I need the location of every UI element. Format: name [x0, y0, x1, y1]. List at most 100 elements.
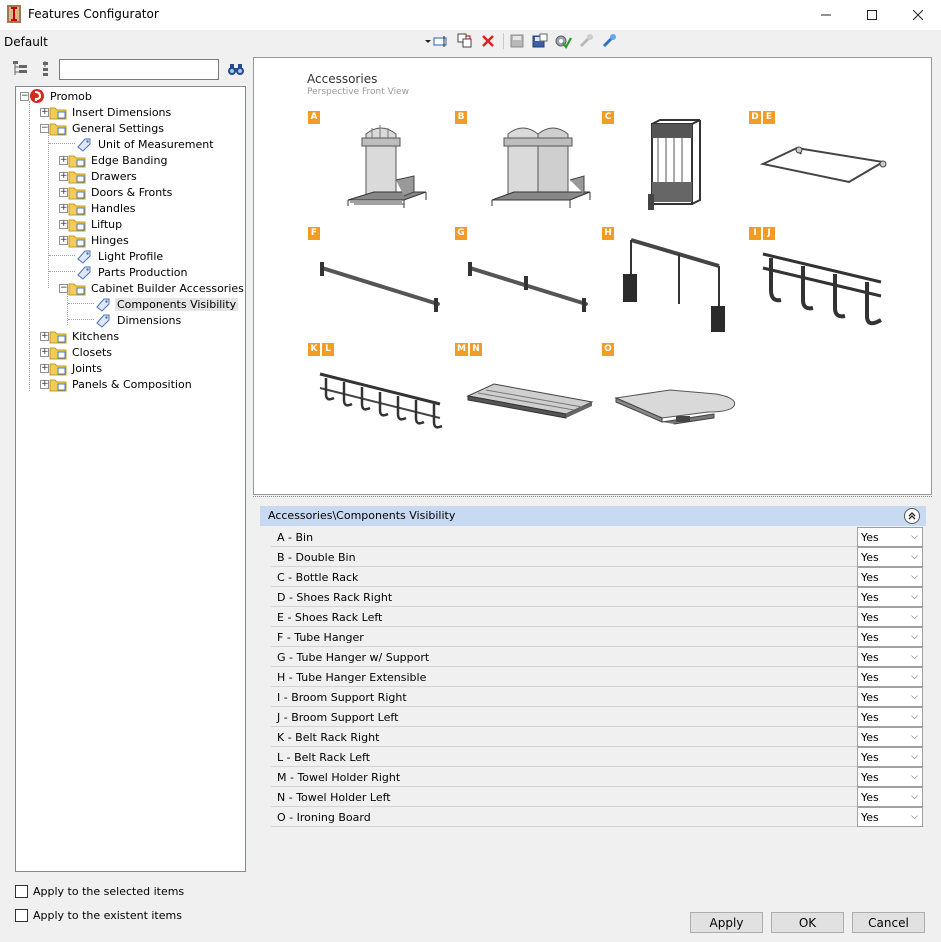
expand-expander-icon[interactable]: + — [59, 203, 68, 213]
apply-selected-label: Apply to the selected items — [33, 885, 185, 898]
visibility-select[interactable]: Yes ⌵ — [857, 767, 923, 787]
visibility-select[interactable]: Yes ⌵ — [857, 627, 923, 647]
expand-expander-icon[interactable]: + — [40, 363, 49, 373]
shoes-rack-illustration — [759, 146, 887, 184]
tree-line — [49, 143, 75, 144]
property-row-h[interactable]: H - Tube Hanger Extensible Yes ⌵ — [271, 667, 924, 687]
property-row-k[interactable]: K - Belt Rack Right Yes ⌵ — [271, 727, 924, 747]
expand-expander-icon[interactable]: + — [59, 155, 68, 165]
visibility-select[interactable]: Yes ⌵ — [857, 727, 923, 747]
apply-settings-icon[interactable] — [553, 32, 573, 50]
folder-icon — [49, 347, 67, 360]
visibility-select[interactable]: Yes ⌵ — [857, 707, 923, 727]
tree-node-handles[interactable]: + Handles — [59, 200, 138, 216]
expand-expander-icon[interactable]: + — [59, 235, 68, 245]
rename-profile-icon[interactable] — [431, 32, 451, 50]
tree-node-liftup[interactable]: + Liftup — [59, 216, 124, 232]
broom-support-illustration — [762, 252, 882, 326]
property-row-g[interactable]: G - Tube Hanger w/ Support Yes ⌵ — [271, 647, 924, 667]
visibility-select[interactable]: Yes ⌵ — [857, 527, 923, 547]
visibility-select[interactable]: Yes ⌵ — [857, 607, 923, 627]
visibility-select[interactable]: Yes ⌵ — [857, 747, 923, 767]
collapse-all-icon[interactable] — [38, 60, 52, 78]
tree-node-closets[interactable]: + Closets — [40, 344, 114, 360]
visibility-select[interactable]: Yes ⌵ — [857, 687, 923, 707]
collapse-expander-icon[interactable]: − — [20, 91, 29, 101]
tree-node-components-visibility[interactable]: Components Visibility — [94, 296, 239, 312]
copy-profile-icon[interactable] — [455, 32, 475, 50]
visibility-select[interactable]: Yes ⌵ — [857, 787, 923, 807]
tree-node-doors-fronts[interactable]: + Doors & Fronts — [59, 184, 174, 200]
visibility-select[interactable]: Yes ⌵ — [857, 667, 923, 687]
save-icon[interactable] — [507, 32, 527, 50]
visibility-select[interactable]: Yes ⌵ — [857, 547, 923, 567]
tree-node-drawers[interactable]: + Drawers — [59, 168, 139, 184]
expand-expander-icon[interactable]: + — [59, 187, 68, 197]
ok-button[interactable]: OK — [771, 912, 844, 933]
apply-existent-checkbox[interactable]: Apply to the existent items — [15, 909, 182, 922]
folder-icon — [68, 171, 86, 184]
property-row-n[interactable]: N - Towel Holder Left Yes ⌵ — [271, 787, 924, 807]
expand-expander-icon[interactable]: + — [59, 219, 68, 229]
visibility-select[interactable]: Yes ⌵ — [857, 587, 923, 607]
expand-expander-icon[interactable]: + — [59, 171, 68, 181]
property-row-i[interactable]: I - Broom Support Right Yes ⌵ — [271, 687, 924, 707]
tree-view[interactable]: − Promob + Insert Dimensions − General S… — [15, 86, 246, 872]
delete-profile-icon[interactable] — [478, 32, 498, 50]
property-row-b[interactable]: B - Double Bin Yes ⌵ — [271, 547, 924, 567]
tree-node-promob[interactable]: − Promob — [20, 88, 94, 104]
find-icon[interactable] — [226, 60, 246, 78]
property-row-f[interactable]: F - Tube Hanger Yes ⌵ — [271, 627, 924, 647]
search-input[interactable] — [59, 59, 219, 80]
visibility-select[interactable]: Yes ⌵ — [857, 567, 923, 587]
chevron-down-icon: ⌵ — [911, 672, 918, 682]
tag-o: O — [602, 343, 614, 356]
tree-node-hinges[interactable]: + Hinges — [59, 232, 131, 248]
property-row-m[interactable]: M - Towel Holder Right Yes ⌵ — [271, 767, 924, 787]
chevron-down-icon: ⌵ — [911, 812, 918, 822]
magic-tool-icon[interactable] — [599, 32, 619, 50]
apply-button[interactable]: Apply — [690, 912, 763, 933]
tree-node-joints[interactable]: + Joints — [40, 360, 104, 376]
minimize-button[interactable] — [803, 0, 849, 30]
expand-expander-icon[interactable]: + — [40, 379, 49, 389]
expand-expander-icon[interactable]: + — [40, 347, 49, 357]
collapse-section-icon[interactable] — [904, 508, 920, 524]
expand-all-icon[interactable] — [12, 60, 30, 78]
property-row-a[interactable]: A - Bin Yes ⌵ — [271, 527, 924, 547]
checkbox-box[interactable] — [15, 885, 28, 898]
tree-node-parts-production[interactable]: Parts Production — [75, 264, 189, 280]
tree-node-dimensions[interactable]: Dimensions — [94, 312, 183, 328]
tree-node-cabinet-builder-accessories[interactable]: − Cabinet Builder Accessories — [59, 280, 246, 296]
tree-node-unit-of-measurement[interactable]: Unit of Measurement — [75, 136, 216, 152]
close-button[interactable] — [895, 0, 941, 30]
checkbox-box[interactable] — [15, 909, 28, 922]
apply-selected-checkbox[interactable]: Apply to the selected items — [15, 885, 184, 898]
collapse-expander-icon[interactable]: − — [59, 283, 68, 293]
property-row-o[interactable]: O - Ironing Board Yes ⌵ — [271, 807, 924, 827]
tree-node-general-settings[interactable]: − General Settings — [40, 120, 166, 136]
collapse-expander-icon[interactable]: − — [40, 123, 49, 133]
tree-node-light-profile[interactable]: Light Profile — [75, 248, 165, 264]
folder-icon — [49, 363, 67, 376]
tree-line — [68, 319, 94, 320]
tree-node-panels-composition[interactable]: + Panels & Composition — [40, 376, 194, 392]
maximize-button[interactable] — [849, 0, 895, 30]
folder-icon — [68, 235, 86, 248]
property-row-c[interactable]: C - Bottle Rack Yes ⌵ — [271, 567, 924, 587]
panel-splitter[interactable] — [253, 496, 932, 498]
expand-expander-icon[interactable]: + — [40, 107, 49, 117]
property-row-d[interactable]: D - Shoes Rack Right Yes ⌵ — [271, 587, 924, 607]
property-row-l[interactable]: L - Belt Rack Left Yes ⌵ — [271, 747, 924, 767]
save-as-icon[interactable] — [530, 32, 550, 50]
cancel-button[interactable]: Cancel — [852, 912, 925, 933]
tree-node-kitchens[interactable]: + Kitchens — [40, 328, 121, 344]
property-row-j[interactable]: J - Broom Support Left Yes ⌵ — [271, 707, 924, 727]
folder-icon — [49, 379, 67, 392]
property-row-e[interactable]: E - Shoes Rack Left Yes ⌵ — [271, 607, 924, 627]
tree-node-edge-banding[interactable]: + Edge Banding — [59, 152, 169, 168]
tree-node-insert-dimensions[interactable]: + Insert Dimensions — [40, 104, 173, 120]
expand-expander-icon[interactable]: + — [40, 331, 49, 341]
visibility-select[interactable]: Yes ⌵ — [857, 807, 923, 827]
visibility-select[interactable]: Yes ⌵ — [857, 647, 923, 667]
